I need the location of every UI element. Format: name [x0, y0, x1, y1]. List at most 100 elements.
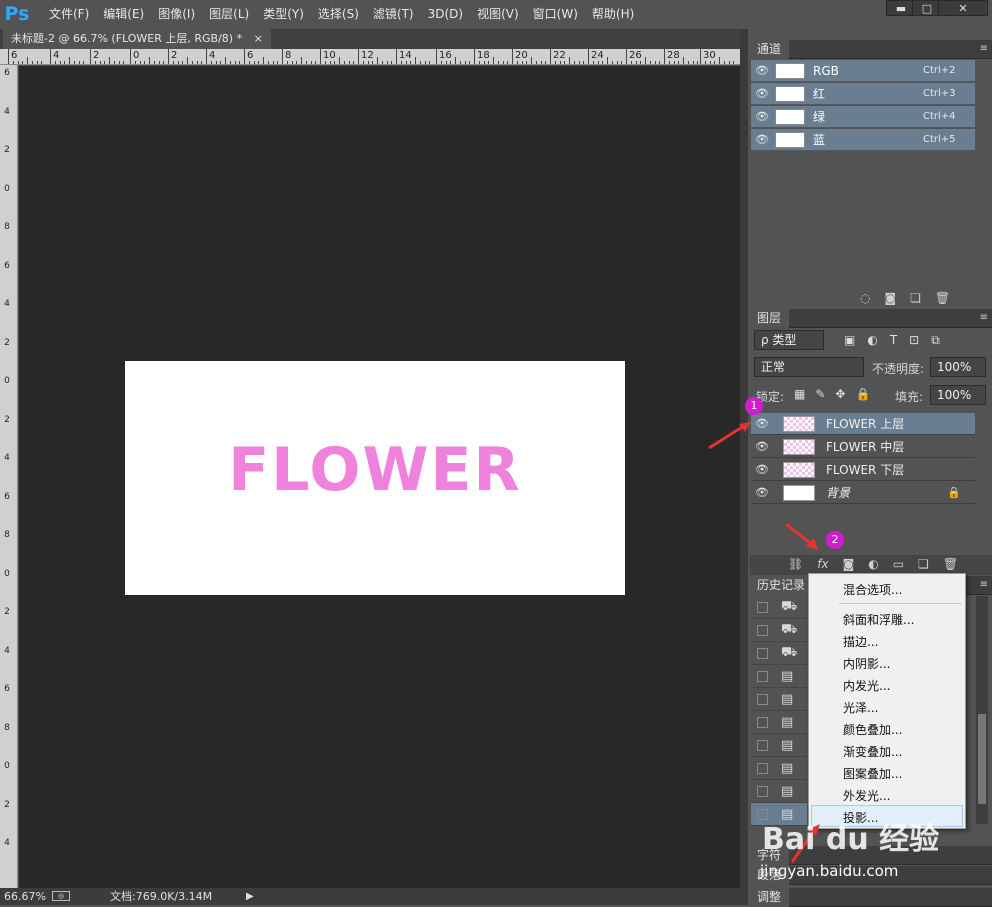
history-scrollbar[interactable]: [976, 596, 988, 824]
new-channel-icon[interactable]: ❏: [910, 291, 921, 305]
history-snapshot-checkbox[interactable]: [757, 601, 768, 613]
adjustment-layer-icon[interactable]: ◐: [868, 557, 878, 571]
menu-item[interactable]: 图层(L): [202, 0, 256, 28]
lock-paint-icon[interactable]: ✎: [815, 387, 825, 401]
panel-menu-icon[interactable]: ≡: [980, 579, 988, 590]
menu-item[interactable]: 类型(Y): [256, 0, 311, 28]
history-row[interactable]: ▤: [751, 734, 807, 757]
lock-all-icon[interactable]: 🔒: [855, 387, 870, 401]
menu-item[interactable]: 窗口(W): [526, 0, 585, 28]
ruler-label: 2: [4, 145, 10, 155]
document-tab-close-icon[interactable]: ×: [254, 32, 263, 45]
ruler-tick: [455, 57, 456, 64]
history-row[interactable]: ⛟: [751, 619, 807, 642]
eye-icon[interactable]: 👁: [751, 87, 773, 100]
history-snapshot-checkbox[interactable]: [757, 716, 768, 728]
tab-channels[interactable]: 通道: [749, 40, 790, 59]
panel-menu-icon[interactable]: ≡: [980, 43, 988, 54]
save-selection-icon[interactable]: ◙: [884, 291, 896, 305]
document-canvas[interactable]: FLOWER: [125, 361, 625, 595]
ruler-tick: [168, 49, 169, 64]
history-row[interactable]: ▤: [751, 711, 807, 734]
new-layer-icon[interactable]: ❏: [918, 557, 929, 571]
eye-icon[interactable]: 👁: [751, 463, 773, 476]
layer-row[interactable]: 👁 FLOWER 上层: [751, 413, 975, 435]
ruler-tick: [324, 61, 326, 64]
document-tab[interactable]: 未标题-2 @ 66.7% (FLOWER 上层, RGB/8) * ×: [3, 29, 271, 49]
history-snapshot-checkbox[interactable]: [757, 762, 768, 774]
opacity-input[interactable]: 100%: [930, 357, 986, 377]
tab-history[interactable]: 历史记录: [749, 576, 814, 595]
status-arrow-icon[interactable]: ▶: [246, 888, 254, 905]
history-snapshot-checkbox[interactable]: [757, 785, 768, 797]
status-sync-icon[interactable]: ◎: [52, 891, 70, 901]
lock-transparent-icon[interactable]: ▦: [794, 387, 805, 401]
fx-menu-item[interactable]: 混合选项...: [843, 581, 902, 598]
channel-row[interactable]: 👁 RGB Ctrl+2: [751, 60, 975, 82]
zoom-level[interactable]: 66.67%: [4, 888, 46, 905]
menu-item[interactable]: 视图(V): [470, 0, 526, 28]
ruler-tick: [130, 49, 131, 64]
add-mask-icon[interactable]: ◙: [843, 557, 855, 571]
lock-move-icon[interactable]: ✥: [835, 387, 845, 401]
blend-mode-select[interactable]: 正常: [754, 357, 864, 377]
menu-item[interactable]: 文件(F): [42, 0, 96, 28]
new-group-icon[interactable]: ▭: [893, 557, 904, 571]
filter-shape-icon[interactable]: ⊡: [909, 333, 919, 348]
menu-item[interactable]: 3D(D): [421, 0, 470, 28]
history-snapshot-checkbox[interactable]: [757, 647, 768, 659]
load-selection-icon[interactable]: ◌: [860, 291, 870, 305]
link-layers-icon[interactable]: ⛓: [788, 557, 803, 571]
ruler-tick: [73, 61, 75, 64]
delete-layer-icon[interactable]: 🗑: [943, 557, 958, 571]
fx-menu-item[interactable]: 颜色叠加...: [843, 721, 902, 738]
filter-adjustment-icon[interactable]: ◐: [867, 333, 877, 348]
eye-icon[interactable]: 👁: [751, 110, 773, 123]
fx-menu-item[interactable]: 渐变叠加...: [843, 743, 902, 760]
tab-layers[interactable]: 图层: [749, 309, 790, 328]
fx-icon[interactable]: fx: [817, 557, 828, 571]
fx-menu-item[interactable]: 内阴影...: [843, 655, 890, 672]
menu-item[interactable]: 图像(I): [151, 0, 202, 28]
fx-menu-item[interactable]: 光泽...: [843, 699, 878, 716]
layer-row[interactable]: 👁 背景 🔒: [751, 482, 975, 504]
history-scroll-thumb[interactable]: [978, 714, 986, 804]
filter-type-icon[interactable]: T: [890, 333, 897, 348]
channel-row[interactable]: 👁 红 Ctrl+3: [751, 83, 975, 105]
layer-filter-kind[interactable]: ρ 类型: [754, 330, 824, 350]
fill-input[interactable]: 100%: [930, 385, 986, 405]
fx-menu-item[interactable]: 描边...: [843, 633, 878, 650]
filter-pixel-icon[interactable]: ▣: [844, 333, 855, 348]
history-row[interactable]: ▤: [751, 688, 807, 711]
history-snapshot-checkbox[interactable]: [757, 624, 768, 636]
history-snapshot-checkbox[interactable]: [757, 693, 768, 705]
menu-item[interactable]: 编辑(E): [96, 0, 151, 28]
ruler-label: 8: [285, 50, 292, 61]
history-snapshot-checkbox[interactable]: [757, 739, 768, 751]
history-row[interactable]: ⛟: [751, 596, 807, 619]
panel-menu-icon[interactable]: ≡: [980, 312, 988, 323]
channel-row[interactable]: 👁 蓝 Ctrl+5: [751, 129, 975, 151]
menu-item[interactable]: 选择(S): [311, 0, 366, 28]
eye-icon[interactable]: 👁: [751, 64, 773, 77]
eye-icon[interactable]: 👁: [751, 133, 773, 146]
channel-row[interactable]: 👁 绿 Ctrl+4: [751, 106, 975, 128]
fx-menu-item[interactable]: 图案叠加...: [843, 765, 902, 782]
ruler-tick: [424, 61, 426, 64]
history-snapshot-checkbox[interactable]: [757, 670, 768, 682]
layer-row[interactable]: 👁 FLOWER 下层: [751, 459, 975, 481]
eye-icon[interactable]: 👁: [751, 486, 773, 499]
delete-channel-icon[interactable]: 🗑: [935, 291, 950, 305]
ruler-tick: [459, 61, 461, 64]
menu-item[interactable]: 滤镜(T): [366, 0, 421, 28]
close-window-button[interactable]: ✕: [938, 0, 988, 16]
history-row[interactable]: ▤: [751, 665, 807, 688]
fx-menu-item[interactable]: 内发光...: [843, 677, 890, 694]
filter-smart-icon[interactable]: ⧉: [931, 333, 940, 348]
history-row[interactable]: ▤: [751, 757, 807, 780]
menu-item[interactable]: 帮助(H): [585, 0, 641, 28]
tab-adjust[interactable]: 调整: [749, 888, 790, 907]
history-row[interactable]: ⛟: [751, 642, 807, 665]
layer-row[interactable]: 👁 FLOWER 中层: [751, 436, 975, 458]
fx-menu-item[interactable]: 斜面和浮雕...: [843, 611, 914, 628]
